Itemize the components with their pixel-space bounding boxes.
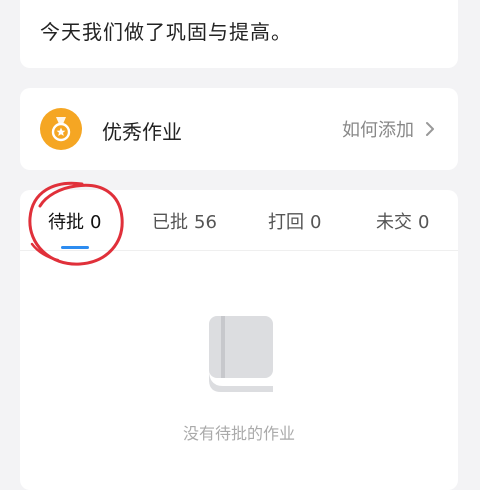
tab-reviewed-count: 56	[194, 212, 217, 233]
tab-reviewed[interactable]: 已批 56	[152, 208, 217, 234]
homework-review-card: 待批 0 已批 56 打回 0 未交 0 没有待批的作业	[20, 190, 458, 490]
tab-pending[interactable]: 待批 0	[48, 208, 101, 234]
tab-returned[interactable]: 打回 0	[268, 208, 321, 234]
excellent-homework-title: 优秀作业	[102, 120, 182, 144]
tab-pending-label: 待批	[48, 212, 84, 233]
notice-card: 今天我们做了巩固与提高。	[20, 0, 458, 68]
chevron-right-icon	[426, 122, 434, 136]
notice-text: 今天我们做了巩固与提高。	[40, 20, 292, 44]
excellent-homework-card[interactable]: 优秀作业 如何添加	[20, 88, 458, 170]
tab-returned-label: 打回	[268, 212, 304, 233]
how-to-add-label: 如何添加	[342, 120, 414, 141]
medal-icon	[40, 108, 82, 150]
tab-not-submitted-label: 未交	[376, 212, 412, 233]
tab-pending-count: 0	[90, 212, 102, 233]
active-tab-indicator	[61, 246, 89, 249]
tab-returned-count: 0	[310, 212, 322, 233]
review-tabs: 待批 0 已批 56 打回 0 未交 0	[20, 190, 458, 251]
tab-not-submitted[interactable]: 未交 0	[376, 208, 429, 234]
tab-not-submitted-count: 0	[418, 212, 430, 233]
book-icon	[209, 316, 273, 392]
tab-reviewed-label: 已批	[152, 212, 188, 233]
how-to-add-link[interactable]: 如何添加	[342, 116, 438, 142]
empty-state-text: 没有待批的作业	[182, 424, 295, 443]
